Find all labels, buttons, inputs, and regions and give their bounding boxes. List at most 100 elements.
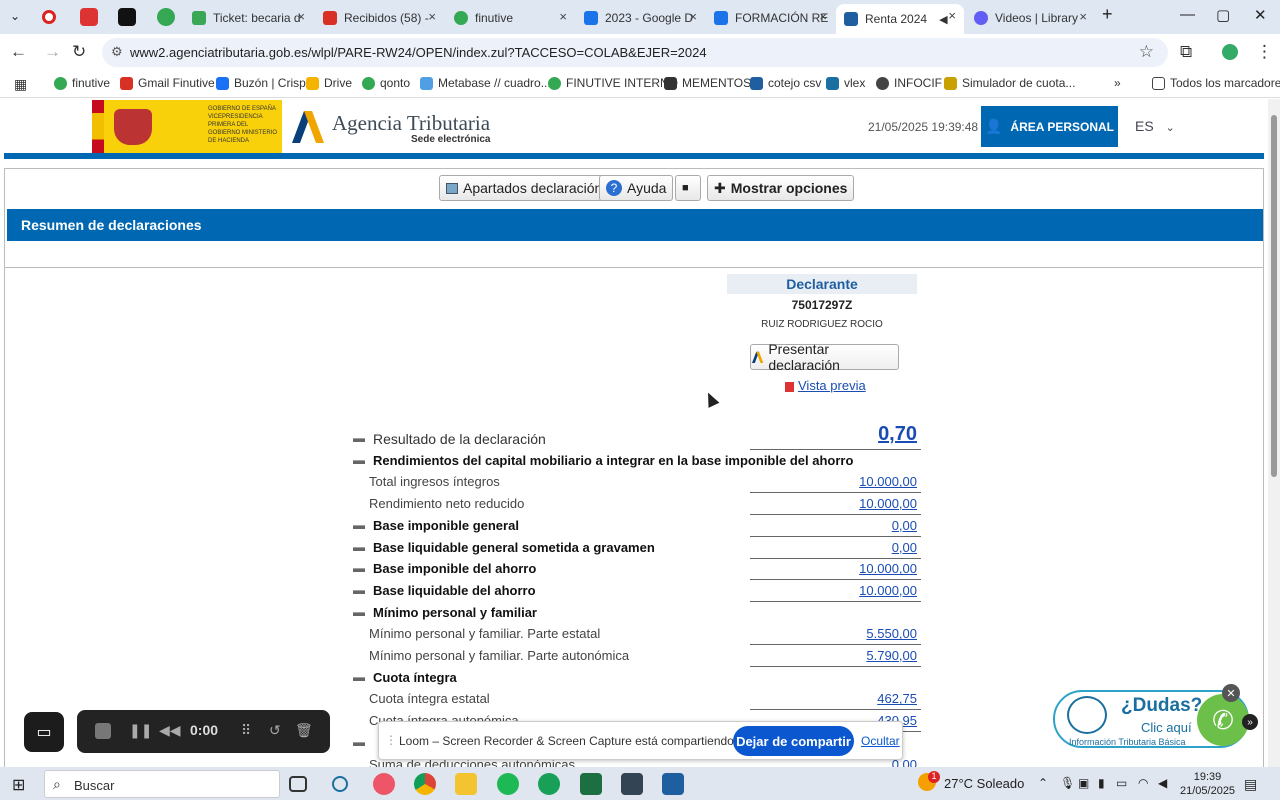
bookmark-crisp[interactable]: Buzón | Crisp: [216, 76, 306, 90]
close-tab-icon[interactable]: ×: [559, 9, 567, 24]
tab-search-icon[interactable]: ⌄: [10, 9, 20, 23]
summary-row-value-link[interactable]: 0,70: [878, 423, 917, 446]
summary-row-value-link[interactable]: 0,00: [892, 540, 917, 555]
close-tab-icon[interactable]: ×: [297, 9, 305, 24]
language-selector[interactable]: ES ⌄: [1135, 118, 1175, 134]
collapse-toggle-icon[interactable]: ▬: [353, 583, 365, 597]
close-tab-icon[interactable]: ×: [1079, 9, 1087, 24]
summary-row-value-link[interactable]: 10.000,00: [859, 561, 917, 576]
tab-loom-videos[interactable]: Videos | Library ×: [974, 5, 1089, 31]
volume-icon[interactable]: ◀: [1158, 776, 1167, 790]
reload-icon[interactable]: ↻: [72, 42, 86, 62]
drag-handle-icon[interactable]: ⠿: [241, 722, 251, 739]
bookmark-mementos[interactable]: MEMENTOS: [664, 76, 751, 90]
notifications-icon[interactable]: ▤: [1244, 776, 1257, 793]
windows-start-icon[interactable]: ⊞: [12, 775, 25, 795]
tray-mic-icon[interactable]: ▮: [1098, 776, 1105, 790]
pinned-tab-record-icon[interactable]: [42, 10, 56, 24]
extensions-icon[interactable]: ⧉: [1180, 42, 1192, 62]
mostrar-opciones-button[interactable]: ✚ Mostrar opciones: [707, 175, 855, 201]
area-personal-button[interactable]: 👤 ÁREA PERSONAL: [981, 106, 1118, 147]
close-tab-icon[interactable]: ×: [948, 8, 956, 23]
bookmark-drive[interactable]: Drive: [306, 76, 352, 90]
drag-handle-icon[interactable]: ⋮: [385, 733, 397, 747]
vista-previa-link[interactable]: Vista previa: [785, 378, 866, 393]
bookmark-qonto[interactable]: qonto: [362, 76, 410, 90]
wifi-icon[interactable]: ◠: [1138, 776, 1148, 790]
ayuda-button[interactable]: ? Ayuda: [599, 175, 674, 201]
scrollbar-thumb[interactable]: [1271, 115, 1277, 477]
restart-icon[interactable]: ↺: [269, 722, 281, 739]
address-bar[interactable]: ⚙ www2.agenciatributaria.gob.es/wlpl/PAR…: [102, 38, 1168, 67]
pinned-tab-finutive-icon[interactable]: [157, 8, 175, 26]
all-bookmarks-folder[interactable]: Todos los marcadores: [1152, 76, 1280, 90]
minimize-icon[interactable]: —: [1180, 6, 1195, 23]
system-clock[interactable]: 19:39 21/05/2025: [1180, 770, 1235, 798]
colorful-app-icon[interactable]: [373, 773, 395, 795]
tab-gmail[interactable]: Recibidos (58) - ×: [323, 5, 438, 31]
mic-icon[interactable]: 🎙: [1060, 776, 1075, 790]
tab-google-drive[interactable]: 2023 - Google D ×: [584, 5, 699, 31]
forward-icon[interactable]: →: [44, 42, 61, 62]
pause-icon[interactable]: ❚❚: [129, 722, 152, 739]
summary-row-value-link[interactable]: 10.000,00: [859, 583, 917, 598]
bookmark-infocif[interactable]: INFOCIF: [876, 76, 942, 90]
collapse-toggle-icon[interactable]: ▬: [353, 518, 365, 532]
profile-avatar-icon[interactable]: [1222, 44, 1238, 60]
bookmark-finutive-interno[interactable]: FINUTIVE INTERNO: [548, 76, 678, 90]
bookmark-cotejo[interactable]: cotejo csv: [750, 76, 821, 90]
file-explorer-icon[interactable]: [455, 773, 477, 795]
collapse-toggle-icon[interactable]: ▬: [353, 605, 365, 619]
bookmark-metabase[interactable]: Metabase // cuadro...: [420, 76, 551, 90]
bookmark-star-icon[interactable]: ☆: [1139, 42, 1154, 62]
spotify-icon[interactable]: [497, 773, 519, 795]
page-scrollbar[interactable]: [1268, 99, 1280, 767]
bookmark-gmail[interactable]: Gmail Finutive: [120, 76, 215, 90]
loom-camera-button[interactable]: ▭: [24, 712, 64, 752]
summary-row-value-link[interactable]: 5.550,00: [866, 626, 917, 641]
collapse-toggle-icon[interactable]: ▬: [353, 670, 365, 684]
tray-chevron-up-icon[interactable]: ⌃: [1038, 776, 1048, 790]
video-button[interactable]: ■: [675, 175, 701, 201]
tab-formacion[interactable]: FORMACIÓN RE ×: [714, 5, 829, 31]
pinned-tab-notion-icon[interactable]: [118, 8, 136, 26]
back-icon[interactable]: ←: [10, 42, 27, 62]
trash-icon[interactable]: 🗑: [295, 722, 313, 739]
summary-row-value-link[interactable]: 462,75: [877, 691, 917, 706]
search-app-icon[interactable]: [332, 776, 348, 792]
summary-row-value-link[interactable]: 10.000,00: [859, 474, 917, 489]
excel-icon[interactable]: [580, 773, 602, 795]
green-app-icon[interactable]: [538, 773, 560, 795]
pinned-tab-red-icon[interactable]: [80, 8, 98, 26]
bookmark-vlex[interactable]: vlex: [826, 76, 865, 90]
collapse-toggle-icon[interactable]: ▬: [353, 540, 365, 554]
calculator-icon[interactable]: [621, 773, 643, 795]
collapse-toggle-icon[interactable]: ▬: [353, 453, 365, 467]
close-window-icon[interactable]: ✕: [1254, 6, 1267, 24]
url-text[interactable]: www2.agenciatributaria.gob.es/wlpl/PARE-…: [130, 45, 707, 60]
stop-sharing-button[interactable]: Dejar de compartir: [733, 726, 854, 756]
apartados-declaracion-button[interactable]: Apartados declaración: [439, 175, 610, 201]
tray-app-icon[interactable]: ▣: [1078, 776, 1089, 790]
site-info-icon[interactable]: ⚙: [111, 44, 123, 60]
audio-icon[interactable]: ◀: [939, 13, 947, 26]
collapse-toggle-icon[interactable]: ▬: [353, 561, 365, 575]
bookmark-finutive[interactable]: finutive: [54, 76, 110, 90]
stop-recording-icon[interactable]: [95, 723, 111, 739]
chevron-right-icon[interactable]: »: [1242, 714, 1258, 730]
close-icon[interactable]: ✕: [1222, 684, 1240, 702]
aeat-taskbar-icon[interactable]: [662, 773, 684, 795]
browser-menu-icon[interactable]: ⋮: [1256, 42, 1273, 62]
task-view-icon[interactable]: [289, 776, 307, 792]
tab-ticket[interactable]: Ticket: becaria d ×: [192, 5, 307, 31]
collapse-toggle-icon[interactable]: ▬: [353, 735, 365, 749]
maximize-icon[interactable]: ▢: [1216, 6, 1230, 24]
rewind-icon[interactable]: ◀◀: [159, 722, 181, 739]
tab-renta-2024[interactable]: Renta 2024 ◀ ×: [836, 4, 964, 34]
summary-row-value-link[interactable]: 10.000,00: [859, 496, 917, 511]
summary-row-value-link[interactable]: 0,00: [892, 518, 917, 533]
battery-icon[interactable]: ▭: [1116, 776, 1127, 790]
weather-text[interactable]: 27°C Soleado: [944, 776, 1024, 791]
apps-grid-icon[interactable]: ▦: [14, 76, 27, 93]
taskbar-search[interactable]: ⌕ Buscar: [44, 770, 280, 798]
